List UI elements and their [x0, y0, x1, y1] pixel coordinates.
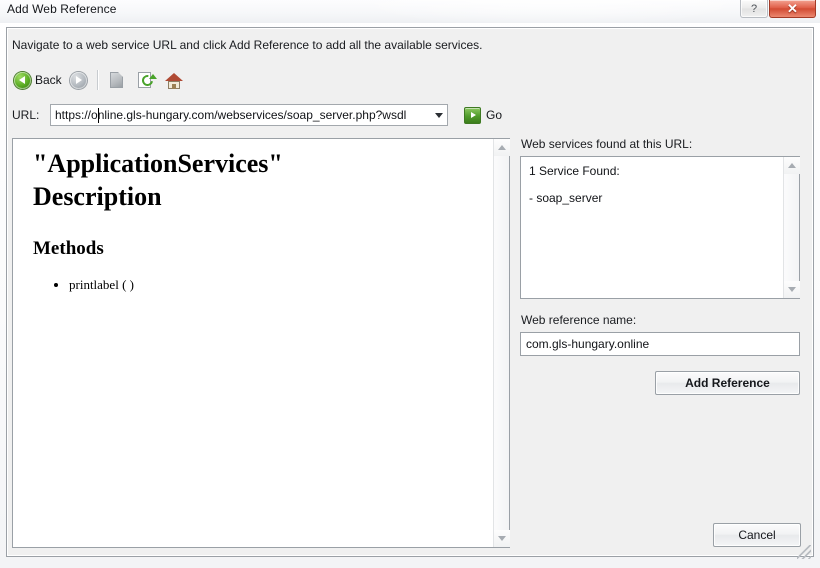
resize-grip[interactable]: [797, 545, 811, 559]
wsdl-document: "ApplicationServices" Description Method…: [13, 139, 492, 547]
stop-icon: [108, 71, 128, 90]
services-count: 1 Service Found:: [529, 164, 620, 178]
toolbar-separator: [96, 70, 98, 90]
arrow-left-glyph: [19, 76, 25, 84]
browser-preview-pane: "ApplicationServices" Description Method…: [12, 138, 510, 548]
forward-arrow-icon: [69, 71, 87, 89]
close-icon: ✕: [787, 1, 798, 16]
stop-button[interactable]: [104, 66, 132, 94]
list-item[interactable]: - soap_server: [529, 190, 774, 206]
window-controls: ? ✕: [740, 0, 816, 18]
home-door-glyph: [171, 83, 176, 89]
instruction-text: Navigate to a web service URL and click …: [12, 38, 483, 52]
triangle-down-icon: [498, 536, 506, 541]
chevron-down-icon: [434, 112, 443, 118]
help-button[interactable]: ?: [740, 0, 768, 18]
list-item: printlabel ( ): [69, 276, 482, 294]
url-combobox[interactable]: https://online.gls-hungary.com/webservic…: [50, 104, 448, 126]
services-label: Web services found at this URL:: [521, 137, 693, 151]
services-listbox[interactable]: 1 Service Found: - soap_server: [520, 156, 800, 299]
back-arrow-icon: [14, 71, 31, 89]
refresh-arrowhead-glyph: [148, 73, 157, 79]
title-bar-glow: [330, 0, 770, 28]
home-roof-glyph: [164, 72, 183, 81]
go-button[interactable]: Go: [464, 106, 503, 124]
refresh-icon: [136, 71, 157, 90]
add-web-reference-dialog: Add Web Reference ? ✕ Navigate to a web …: [0, 0, 820, 568]
url-label: URL:: [12, 108, 40, 122]
go-button-label: Go: [486, 108, 503, 122]
title-bar: Add Web Reference ? ✕: [0, 0, 820, 28]
triangle-up-icon: [498, 145, 506, 150]
document-heading: "ApplicationServices" Description: [33, 149, 283, 212]
reference-name-input[interactable]: com.gls-hungary.online: [520, 332, 800, 356]
navigation-toolbar: Back: [10, 64, 800, 96]
close-button[interactable]: ✕: [769, 0, 816, 18]
text-cursor: [98, 108, 99, 123]
forward-button[interactable]: [66, 66, 91, 94]
scroll-down-button[interactable]: [494, 530, 510, 547]
triangle-up-icon: [788, 163, 796, 168]
url-dropdown-button[interactable]: [429, 105, 447, 125]
triangle-down-icon: [788, 287, 796, 292]
cancel-button[interactable]: Cancel: [713, 523, 801, 547]
back-button-label: Back: [35, 73, 62, 87]
document-section-heading: Methods: [33, 237, 104, 259]
question-mark-icon: ?: [750, 2, 758, 15]
reference-name-label: Web reference name:: [521, 313, 637, 327]
scroll-down-button[interactable]: [784, 281, 800, 298]
add-reference-button[interactable]: Add Reference: [655, 371, 800, 395]
scroll-up-button[interactable]: [494, 139, 510, 156]
go-arrow-icon: [464, 106, 481, 124]
window-title: Add Web Reference: [7, 2, 117, 16]
back-button[interactable]: Back: [10, 66, 66, 94]
arrow-right-glyph: [75, 76, 82, 84]
services-vertical-scrollbar[interactable]: [783, 157, 800, 298]
methods-list: printlabel ( ): [23, 276, 482, 294]
home-button[interactable]: [160, 66, 188, 94]
services-list-content: 1 Service Found: - soap_server: [521, 157, 782, 298]
refresh-button[interactable]: [132, 66, 160, 94]
scroll-up-button[interactable]: [784, 157, 800, 174]
arrow-right-glyph: [470, 112, 476, 118]
stop-page-glyph: [109, 71, 123, 88]
url-row: URL: https://online.gls-hungary.com/webs…: [12, 104, 502, 126]
url-input[interactable]: https://online.gls-hungary.com/webservic…: [51, 108, 429, 122]
browser-vertical-scrollbar[interactable]: [493, 139, 510, 547]
home-icon: [164, 71, 184, 90]
